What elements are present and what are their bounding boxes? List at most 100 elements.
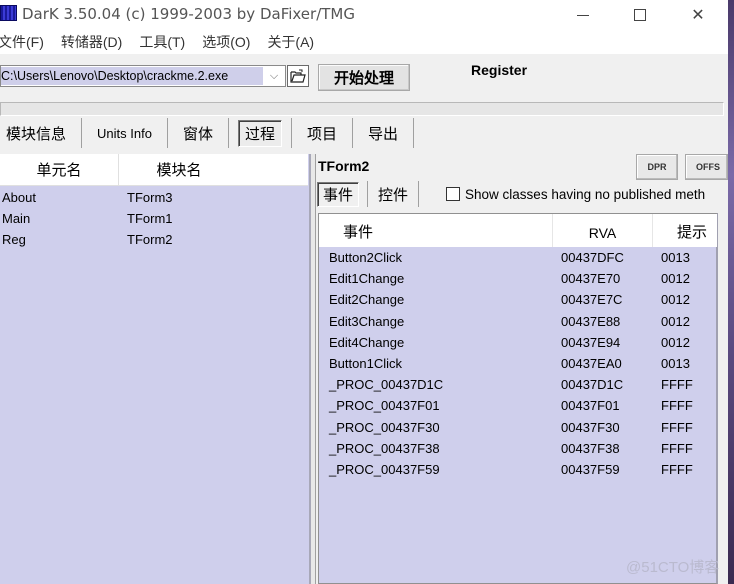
event-row[interactable]: _PROC_00437F38 00437F38 FFFF — [319, 438, 717, 459]
show-classes-label: Show classes having no published meth — [465, 186, 706, 202]
event-name: Button2Click — [329, 250, 402, 265]
form-detail-pane: TForm2 DPR OFFS 事件 控件 Show classes havin… — [316, 154, 728, 584]
unit-name: About — [2, 190, 36, 205]
title-bar[interactable]: DarK 3.50.04 (c) 1999-2003 by DaFixer/TM… — [0, 0, 728, 30]
event-row[interactable]: _PROC_00437F01 00437F01 FFFF — [319, 395, 717, 416]
event-name: _PROC_00437F01 — [329, 398, 440, 414]
units-list-header: 单元名 模块名 — [0, 154, 308, 186]
tab-project[interactable]: 项目 — [292, 118, 353, 148]
event-rva: 00437E7C — [561, 292, 623, 308]
event-rva: 00437F38 — [561, 440, 620, 456]
maximize-button[interactable] — [617, 0, 663, 30]
unit-row[interactable]: Main TForm1 — [0, 208, 308, 229]
event-hint: 0012 — [661, 271, 690, 287]
dpr-button[interactable]: DPR — [636, 154, 678, 180]
menu-about[interactable]: 关于(A) — [267, 32, 314, 52]
event-row[interactable]: _PROC_00437F59 00437F59 FFFF — [319, 459, 717, 480]
register-label: Register — [471, 62, 528, 78]
units-rows: About TForm3 Main TForm1 Reg TForm2 — [0, 187, 308, 250]
show-classes-checkbox[interactable] — [446, 187, 461, 201]
tab-exports[interactable]: 导出 — [353, 118, 414, 148]
event-name: _PROC_00437F38 — [329, 440, 440, 456]
tab-procedures[interactable]: 过程 — [229, 118, 292, 148]
event-row[interactable]: Edit1Change 00437E70 0012 — [319, 268, 717, 289]
column-header-rva[interactable]: RVA — [553, 214, 653, 247]
event-row[interactable]: _PROC_00437F30 00437F30 FFFF — [319, 417, 717, 438]
start-process-button[interactable]: 开始处理 — [318, 64, 410, 91]
event-row[interactable]: Edit4Change 00437E94 0012 — [319, 332, 717, 353]
column-header-hint[interactable]: 提示 — [653, 214, 717, 247]
tab-module-info[interactable]: 模块信息 — [0, 118, 83, 148]
file-path-value[interactable]: C:\Users\Lenovo\Desktop\crackme.2.exe — [1, 67, 263, 85]
units-list[interactable]: 单元名 模块名 About TForm3 Main TForm1 Reg TForm2 — [0, 154, 311, 584]
event-hint: 0013 — [661, 355, 690, 371]
event-row[interactable]: Edit2Change 00437E7C 0012 — [319, 289, 717, 310]
file-path-combo[interactable]: C:\Users\Lenovo\Desktop\crackme.2.exe ⌵ — [0, 65, 286, 87]
unit-row[interactable]: About TForm3 — [0, 187, 308, 208]
tab-units-info[interactable]: Units Info — [82, 118, 168, 148]
event-name: _PROC_00437F59 — [329, 461, 440, 477]
form-title: TForm2 — [318, 158, 370, 174]
event-rows: Button2Click 00437DFC 0013 Edit1Change 00437… — [319, 247, 717, 480]
open-file-button[interactable] — [287, 65, 309, 87]
event-rva: 00437EA0 — [561, 355, 622, 371]
progress-bar — [0, 102, 724, 116]
main-tabs: 模块信息 Units Info 窗体 过程 项目 导出 — [0, 118, 728, 148]
chevron-down-icon[interactable]: ⌵ — [265, 68, 283, 84]
unit-name: Main — [2, 211, 31, 226]
unit-name: Reg — [2, 232, 26, 247]
offs-button[interactable]: OFFS — [685, 154, 728, 180]
folder-open-icon — [290, 69, 306, 83]
event-hint: 0013 — [661, 250, 690, 265]
detail-subtabs: 事件 控件 Show classes having no published m… — [316, 181, 728, 207]
event-row[interactable]: Button2Click 00437DFC 0013 — [319, 247, 717, 268]
event-hint: 0012 — [661, 292, 690, 308]
event-rva: 00437D1C — [561, 377, 624, 393]
column-header-unit-name[interactable]: 单元名 — [0, 154, 119, 185]
event-rva: 00437E70 — [561, 271, 621, 287]
close-icon: ✕ — [691, 7, 705, 24]
event-rva: 00437F30 — [561, 419, 620, 435]
module-name: TForm3 — [127, 190, 173, 205]
minimize-button[interactable] — [560, 0, 606, 30]
event-hint: FFFF — [661, 419, 693, 435]
event-name: Edit3Change — [329, 313, 405, 329]
event-hint: FFFF — [661, 398, 693, 414]
event-hint: FFFF — [661, 377, 693, 393]
maximize-icon — [634, 9, 646, 21]
event-rva: 00437F59 — [561, 461, 620, 477]
unit-row[interactable]: Reg TForm2 — [0, 229, 308, 250]
subtab-controls[interactable]: 控件 — [368, 181, 420, 207]
tab-forms[interactable]: 窗体 — [168, 118, 229, 148]
event-name: Edit4Change — [329, 334, 405, 350]
event-rva: 00437E94 — [561, 334, 621, 350]
menu-dumper[interactable]: 转储器(D) — [61, 32, 122, 52]
module-name: TForm2 — [127, 232, 173, 247]
event-name: _PROC_00437D1C — [329, 377, 444, 393]
menu-options[interactable]: 选项(O) — [202, 32, 250, 52]
app-icon — [0, 5, 17, 21]
show-classes-checkbox-row[interactable]: Show classes having no published meth — [446, 187, 705, 202]
event-row[interactable]: Edit3Change 00437E88 0012 — [319, 311, 717, 332]
event-hint: 0012 — [661, 334, 690, 350]
event-row[interactable]: Button1Click 00437EA0 0013 — [319, 353, 717, 374]
subtab-events[interactable]: 事件 — [316, 181, 369, 207]
events-list[interactable]: 事件 RVA 提示 Button2Click 00437DFC 0013 Edit1C… — [318, 213, 718, 584]
events-list-header: 事件 RVA 提示 — [319, 214, 717, 247]
menu-tools[interactable]: 工具(T) — [139, 32, 185, 52]
dark-app-window: DarK 3.50.04 (c) 1999-2003 by DaFixer/TM… — [0, 0, 728, 584]
column-header-event[interactable]: 事件 — [319, 214, 553, 247]
event-hint: FFFF — [661, 461, 693, 477]
window-title: DarK 3.50.04 (c) 1999-2003 by DaFixer/TM… — [22, 5, 355, 23]
event-hint: FFFF — [661, 440, 693, 456]
watermark: @51CTO博客 — [626, 559, 720, 576]
event-row[interactable]: _PROC_00437D1C 00437D1C FFFF — [319, 374, 717, 395]
event-hint: 0012 — [661, 313, 690, 329]
event-name: Button1Click — [329, 355, 402, 371]
menu-bar: 文件(F) 转储器(D) 工具(T) 选项(O) 关于(A) — [0, 30, 728, 54]
column-header-module-name[interactable]: 模块名 — [119, 154, 239, 185]
close-button[interactable]: ✕ — [675, 0, 721, 30]
minimize-icon — [577, 14, 589, 16]
event-name: _PROC_00437F30 — [329, 419, 440, 435]
menu-file[interactable]: 文件(F) — [0, 32, 44, 52]
